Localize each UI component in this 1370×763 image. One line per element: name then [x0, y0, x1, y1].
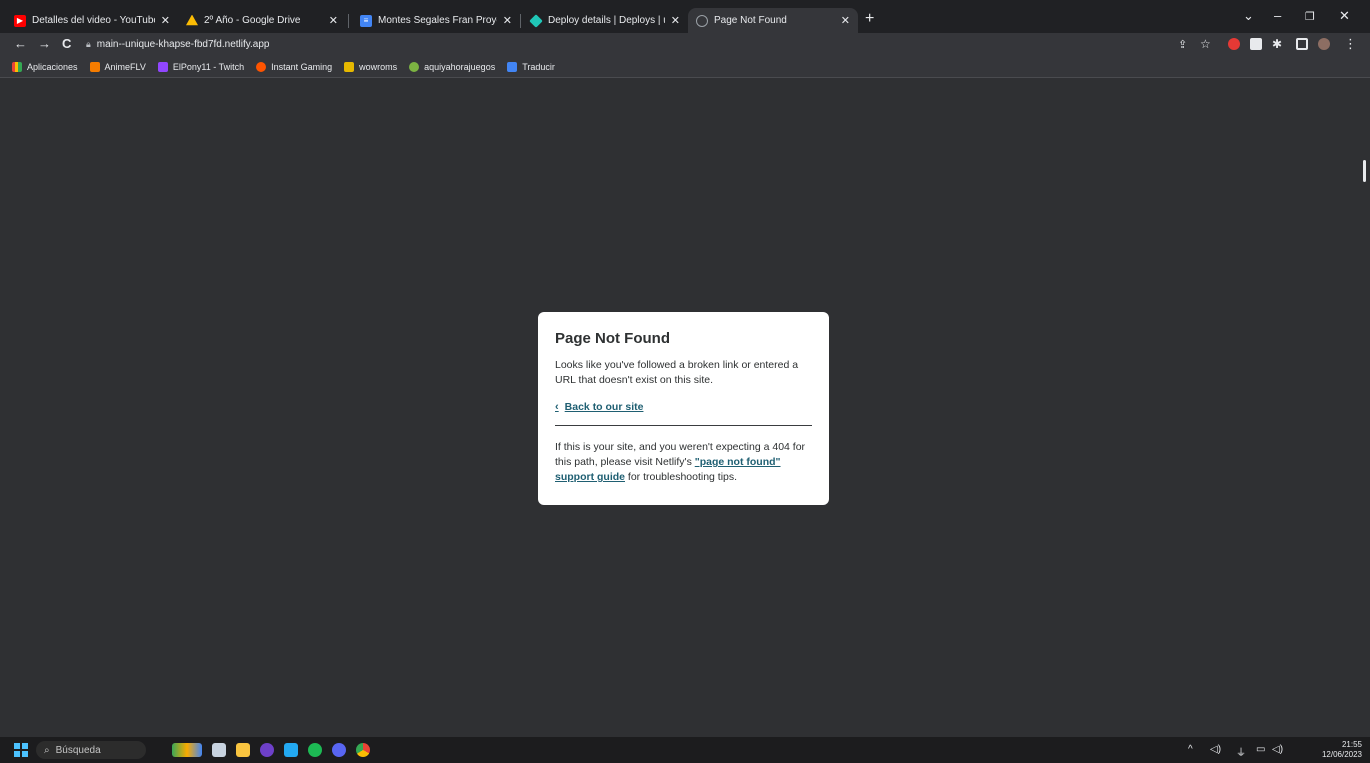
- spotify-icon[interactable]: [308, 743, 322, 757]
- bookmark-apps[interactable]: Aplicaciones: [12, 62, 78, 72]
- close-icon[interactable]: ✕: [161, 14, 170, 27]
- usb-icon[interactable]: ⏚: [1236, 744, 1246, 759]
- search-icon: ⌕: [44, 744, 50, 756]
- tab-title: Montes Segales Fran ProyectoF: [378, 15, 497, 26]
- instant-gaming-icon: [256, 62, 267, 72]
- close-icon[interactable]: ✕: [503, 14, 512, 27]
- file-explorer-icon[interactable]: [236, 743, 250, 757]
- divider: [555, 425, 812, 426]
- bookmark-label: ElPony11 - Twitch: [172, 62, 245, 72]
- scrollbar[interactable]: [1363, 160, 1366, 182]
- google-docs-icon: ≡: [360, 14, 372, 27]
- bookmark-aquiyahorajuegos[interactable]: aquiyahorajuegos: [409, 62, 495, 72]
- close-icon[interactable]: ✕: [841, 14, 850, 27]
- tab-title: 2º Año - Google Drive: [204, 15, 301, 26]
- back-to-site-link[interactable]: ‹ Back to our site: [555, 401, 812, 413]
- restore-button[interactable]: ❐: [1305, 10, 1315, 23]
- clock-time: 21:55: [1341, 740, 1362, 749]
- bookmark-label: aquiyahorajuegos: [424, 62, 496, 72]
- discord-icon[interactable]: [332, 743, 346, 757]
- forward-arrow-icon[interactable]: →: [38, 36, 51, 51]
- chevron-up-icon[interactable]: ^: [1188, 744, 1193, 755]
- tab-separator: [520, 14, 521, 28]
- close-window-button[interactable]: ✕: [1339, 8, 1350, 24]
- share-icon[interactable]: ⇪: [1178, 38, 1187, 51]
- tab-google-drive[interactable]: 2º Año - Google Drive ✕: [178, 8, 346, 33]
- bookmark-twitch[interactable]: ElPony11 - Twitch: [157, 62, 245, 72]
- bookmark-wowroms[interactable]: wowroms: [344, 62, 397, 72]
- windows-taskbar: ⌕ Búsqueda ^ ◁) ⏚ ▭ ◁) 21:55 12/06/2023: [0, 737, 1370, 763]
- tab-strip: ▶ Detalles del video - YouTube Stu ✕ 2º …: [0, 0, 1370, 33]
- url-text: main--unique-khapse-fbd7fd.netlify.app: [96, 39, 270, 50]
- wowroms-icon: [344, 62, 355, 72]
- bookmark-instant-gaming[interactable]: Instant Gaming: [256, 62, 332, 72]
- close-icon[interactable]: ✕: [329, 14, 338, 27]
- tab-title: Detalles del video - YouTube Stu: [32, 15, 155, 26]
- globe-icon: [696, 14, 708, 27]
- address-bar[interactable]: 🔒︎ main--unique-khapse-fbd7fd.netlify.ap…: [86, 35, 1196, 54]
- animeflv-icon: [89, 62, 100, 72]
- page-title: Page Not Found: [555, 330, 670, 347]
- github-desktop-icon[interactable]: [260, 743, 274, 757]
- extension-icon[interactable]: [1250, 38, 1262, 50]
- speaker-icon[interactable]: ◁): [1210, 744, 1221, 755]
- back-link-label: Back to our site: [564, 401, 644, 413]
- twitch-icon: [157, 62, 168, 72]
- apps-grid-icon: [12, 62, 22, 72]
- youtube-icon: ▶: [14, 14, 26, 27]
- volume-icon[interactable]: ◁): [1272, 744, 1283, 755]
- back-arrow-icon[interactable]: ←: [14, 36, 27, 51]
- google-translate-icon: [507, 62, 518, 72]
- taskbar-search-box[interactable]: ⌕ Búsqueda: [36, 741, 146, 759]
- lock-icon: 🔒︎: [86, 39, 91, 49]
- support-note: If this is your site, and you weren't ex…: [555, 440, 812, 485]
- task-view-icon[interactable]: [212, 743, 226, 757]
- new-tab-button[interactable]: +: [865, 10, 874, 28]
- chevron-left-icon: ‹: [555, 401, 559, 413]
- bookmark-label: AnimeFLV: [104, 62, 146, 72]
- tab-netlify-deploy[interactable]: Deploy details | Deploys | unique ✕: [522, 8, 688, 33]
- search-placeholder: Búsqueda: [55, 744, 101, 756]
- extensions-puzzle-icon[interactable]: ✱: [1272, 37, 1282, 51]
- google-drive-icon: [186, 14, 198, 26]
- close-icon[interactable]: ✕: [671, 14, 680, 27]
- widgets-icon[interactable]: [172, 743, 202, 757]
- bookmark-star-icon[interactable]: ☆: [1200, 37, 1211, 51]
- bookmark-animeflv[interactable]: AnimeFLV: [89, 62, 146, 72]
- windows-start-icon[interactable]: [14, 743, 28, 757]
- aquiyahorajuegos-icon: [409, 62, 420, 72]
- tab-title: Deploy details | Deploys | unique: [548, 15, 665, 26]
- clock-date: 12/06/2023: [1321, 750, 1362, 759]
- chrome-icon[interactable]: [356, 743, 370, 757]
- bookmark-label: Traducir: [522, 62, 555, 72]
- tab-title: Page Not Found: [714, 15, 787, 26]
- taskbar-clock[interactable]: 21:55 12/06/2023: [1322, 740, 1362, 760]
- tab-google-docs[interactable]: ≡ Montes Segales Fran ProyectoF ✕: [352, 8, 520, 33]
- vscode-icon[interactable]: [284, 743, 298, 757]
- support-note-suffix: for troubleshooting tips.: [625, 471, 738, 483]
- menu-kebab-icon[interactable]: ⋮: [1344, 36, 1357, 52]
- tab-page-not-found[interactable]: Page Not Found ✕: [688, 8, 858, 33]
- tab-separator: [348, 14, 349, 28]
- extension-adblock-icon[interactable]: [1228, 38, 1240, 50]
- bookmark-traducir[interactable]: Traducir: [507, 62, 555, 72]
- bookmarks-bar: Aplicaciones AnimeFLV ElPony11 - Twitch …: [0, 57, 1370, 78]
- bookmark-label: Aplicaciones: [27, 62, 78, 72]
- bookmark-label: wowroms: [359, 62, 398, 72]
- tab-youtube-studio[interactable]: ▶ Detalles del video - YouTube Stu ✕: [6, 8, 178, 33]
- reload-icon[interactable]: C: [62, 36, 71, 51]
- side-panel-icon[interactable]: [1296, 38, 1308, 50]
- not-found-description: Looks like you've followed a broken link…: [555, 359, 799, 386]
- not-found-card: Page Not Found Looks like you've followe…: [538, 312, 829, 505]
- browser-toolbar: ← → C 🔒︎ main--unique-khapse-fbd7fd.netl…: [0, 33, 1370, 57]
- bookmark-label: Instant Gaming: [271, 62, 333, 72]
- minimize-button[interactable]: –: [1274, 8, 1281, 23]
- network-icon[interactable]: ▭: [1256, 744, 1265, 755]
- netlify-icon: [529, 13, 543, 28]
- profile-avatar[interactable]: [1318, 38, 1330, 50]
- tab-search-chevron-icon[interactable]: ⌄: [1243, 8, 1254, 24]
